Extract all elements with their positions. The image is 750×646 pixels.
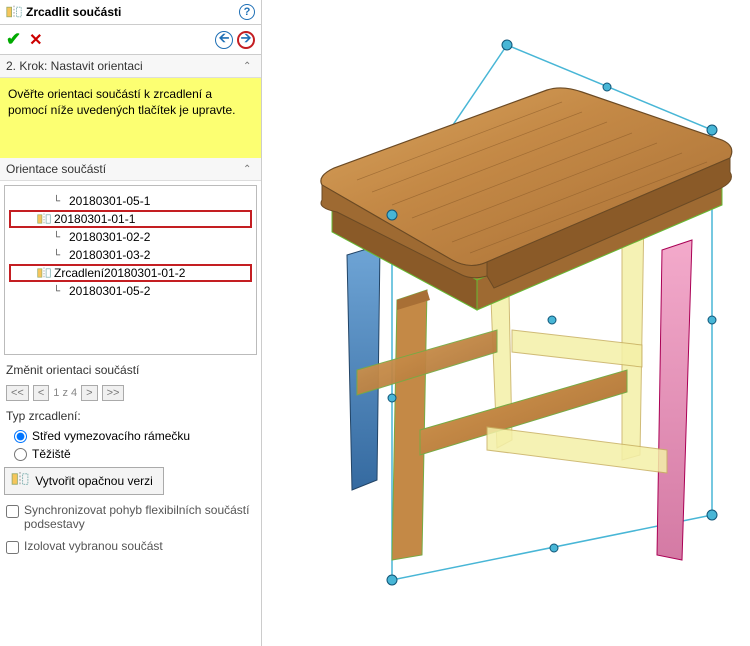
tree-item-label: 20180301-02-2 [69,230,150,244]
orientation-header[interactable]: Orientace součástí ⌃ [0,158,261,181]
last-button[interactable]: >> [102,385,125,401]
ok-button[interactable]: ✔ [6,29,21,50]
3d-viewport[interactable] [262,0,750,646]
next-arrow-button[interactable]: 🡪 [237,31,255,49]
prev-arrow-button[interactable]: 🡨 [215,31,233,49]
tree-item-label: 20180301-05-1 [69,194,150,208]
tree-item-label: 20180301-01-1 [54,212,135,226]
tree-branch-icon: └ [53,196,65,207]
tree-branch-icon: └ [53,232,65,243]
create-opposite-button[interactable]: Vytvořit opačnou verzi [4,467,164,495]
tree-branch-icon: └ [53,250,65,261]
pager-label: 1 z 4 [53,387,77,399]
cancel-button[interactable]: ✕ [29,30,42,50]
tree-item[interactable]: └ 20180301-02-2 [9,228,252,246]
mirror-feature-icon [6,4,22,20]
tree-item[interactable]: └ 20180301-03-2 [9,246,252,264]
parts-tree: └ 20180301-05-1 20180301-01-1 └ 20180301-02-… [4,185,257,355]
tree-item-label: 20180301-03-2 [69,248,150,262]
prev-button[interactable]: < [33,385,49,401]
hint-text: Ověřte orientaci součástí k zrcadlení a … [0,78,261,158]
panel-title: Zrcadlit součásti [26,5,239,19]
help-icon[interactable]: ? [239,4,255,20]
tree-branch-icon: └ [53,286,65,297]
first-button[interactable]: << [6,385,29,401]
radio-centroid[interactable]: Těžiště [0,445,261,463]
next-button[interactable]: > [81,385,97,401]
tree-item-label: Zrcadlení20180301-01-2 [54,266,185,280]
sync-checkbox[interactable]: Synchronizovat pohyb flexibilních součás… [0,499,261,535]
mirror-type-label: Typ zrcadlení: [0,405,261,427]
tree-item-label: 20180301-05-2 [69,284,150,298]
step-header[interactable]: 2. Krok: Nastavit orientaci ⌃ [0,55,261,78]
mirror-icon [11,472,29,490]
tree-item[interactable]: └ 20180301-05-1 [9,192,252,210]
mirror-icon [37,213,51,225]
change-orientation-label: Změnit orientaci součástí [0,359,261,381]
tree-item[interactable]: Zrcadlení20180301-01-2 [9,264,252,282]
tree-item[interactable]: └ 20180301-05-2 [9,282,252,300]
tree-item[interactable]: 20180301-01-1 [9,210,252,228]
chevron-up-icon: ⌃ [243,164,255,175]
radio-bbox-center[interactable]: Střed vymezovacího rámečku [0,427,261,445]
chevron-up-icon: ⌃ [243,61,255,72]
isolate-checkbox[interactable]: Izolovat vybranou součást [0,535,261,558]
mirror-icon [37,267,51,279]
